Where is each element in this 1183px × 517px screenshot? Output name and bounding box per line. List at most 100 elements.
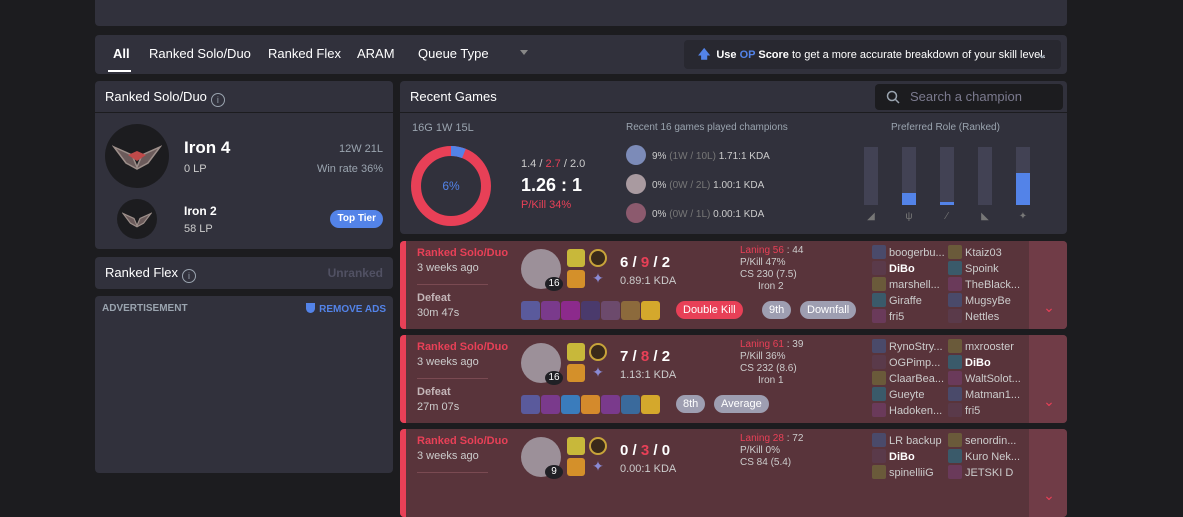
player-item[interactable]: LR backup [872,433,942,449]
player-item[interactable]: WaltSolot... [948,371,1021,387]
champion-icon [948,449,962,463]
player-item[interactable]: mxrooster [948,339,1021,355]
item-icon[interactable] [521,301,540,320]
player-item[interactable]: spinelliiG [872,465,942,481]
chevron-down-icon[interactable] [520,50,528,55]
player-item[interactable]: Kuro Nek... [948,449,1020,465]
item-icon[interactable] [561,301,580,320]
item-icon[interactable] [641,301,660,320]
kda-score: 6 / 9 / 2 [620,254,671,271]
role-bar [978,147,992,205]
item-icon[interactable] [521,395,540,414]
iron-emblem-icon [105,124,169,188]
item-icon[interactable] [581,395,600,414]
tab-ranked-solo[interactable]: Ranked Solo/Duo [149,46,251,61]
tab-ranked-flex[interactable]: Ranked Flex [268,46,341,61]
player-item[interactable]: fri5 [872,309,945,325]
expand-button[interactable]: ⌄ [1029,335,1067,423]
champion-icon [872,355,886,369]
role-bar-fill [1016,173,1030,205]
player-item[interactable]: Gueyte [872,387,944,403]
item-icon[interactable] [621,395,640,414]
item-icon[interactable] [581,301,600,320]
item-icon[interactable] [621,301,640,320]
unranked-label: Unranked [327,266,383,280]
champion-icon [948,309,962,323]
item-icon[interactable] [641,395,660,414]
champion-icon [626,203,646,223]
match-row[interactable]: Ranked Solo/Duo 3 weeks ago 9 ✦ 0 / 3 / … [400,429,1067,517]
team-red: Ktaiz03 Spoink TheBlack... MugsyBe Nettles [948,245,1020,325]
player-item[interactable]: Spoink [948,261,1020,277]
champion-icon [872,245,886,259]
champion-icon [948,339,962,353]
remove-ads-button[interactable]: REMOVE ADS [306,303,386,315]
info-icon[interactable]: i [181,269,196,283]
player-item[interactable]: Hadoken... [872,403,944,419]
player-item[interactable]: RynoStry... [872,339,944,355]
list-item[interactable]: 9% (1W / 10L) 1.71:1 KDA [626,145,770,174]
game-duration: 27m 07s [417,401,460,413]
player-item[interactable]: Giraffe [872,293,945,309]
item-icon[interactable] [601,395,620,414]
ignite-spell-icon [567,364,585,382]
item-icon[interactable] [541,301,560,320]
tab-all[interactable]: All [113,46,130,61]
player-item[interactable]: fri5 [948,403,1021,419]
champion-icon [872,261,886,275]
player-item[interactable]: TheBlack... [948,277,1020,293]
champion-icon [948,387,962,401]
ad-label: ADVERTISEMENT [102,303,188,314]
op-score-banner[interactable]: 🡅 Use OP Score to get a more accurate bre… [684,40,1061,69]
player-item[interactable]: Ktaiz03 [948,245,1020,261]
pkill-rate: P/Kill 34% [521,199,572,211]
ad-panel: ADVERTISEMENT REMOVE ADS [95,296,393,473]
chevron-down-icon: ⌄ [1043,487,1055,503]
player-item[interactable]: MugsyBe [948,293,1020,309]
champion-icon [948,355,962,369]
player-item[interactable]: DiBo [872,449,942,465]
player-item[interactable]: Nettles [948,309,1020,325]
player-item[interactable]: OGPimp... [872,355,944,371]
champion-icon [872,371,886,385]
player-item[interactable]: DiBo [948,355,1021,371]
match-row[interactable]: Ranked Solo/Duo 3 weeks ago Defeat 27m 0… [400,335,1067,423]
chevron-down-icon[interactable]: ⌄ [1031,40,1053,69]
champion-icon [872,403,886,417]
tab-aram[interactable]: ARAM [357,46,395,61]
list-item[interactable]: 0% (0W / 2L) 1.00:1 KDA [626,174,770,203]
player-item[interactable]: DiBo [872,261,945,277]
player-item[interactable]: marshell... [872,277,945,293]
item-icon[interactable] [601,301,620,320]
win-loss: 12W 21L [338,143,383,155]
shield-icon [306,303,316,313]
search-input[interactable]: Search a champion [875,84,1063,110]
player-item[interactable]: boogerbu... [872,245,945,261]
champion-icon [626,145,646,165]
game-time-ago: 3 weeks ago [417,356,479,368]
queue-type-select[interactable]: Queue Type [418,46,489,61]
player-item[interactable]: JETSKI D [948,465,1020,481]
champion-icon [948,403,962,417]
expand-button[interactable]: ⌄ [1029,241,1067,329]
list-item[interactable]: 0% (0W / 1L) 0.00:1 KDA [626,203,770,232]
match-stats: Laning 56 : 44 P/Kill 47% CS 230 (7.5) I… [740,245,804,292]
player-item[interactable]: senordin... [948,433,1020,449]
champion-icon [872,277,886,291]
card-title: Ranked Flex [105,265,178,280]
match-stats: Laning 61 : 39 P/Kill 36% CS 232 (8.6) I… [740,339,804,386]
match-row[interactable]: Ranked Solo/Duo 3 weeks ago Defeat 30m 4… [400,241,1067,329]
info-icon[interactable]: i [210,93,225,107]
expand-button[interactable]: ⌄ [1029,429,1067,517]
win-rate: Win rate 36% [316,163,383,175]
flash-spell-icon [567,343,585,361]
player-item[interactable]: Matman1... [948,387,1021,403]
loss-indicator [400,241,406,329]
kda-ratio: 1.26 : 1 [521,175,583,195]
player-item[interactable]: ClaarBea... [872,371,944,387]
item-icon[interactable] [541,395,560,414]
ranked-flex-card[interactable]: Ranked Flex i Unranked [95,257,393,289]
team-red: mxrooster DiBo WaltSolot... Matman1... fri5 [948,339,1021,419]
active-tab-indicator [108,70,131,72]
item-icon[interactable] [561,395,580,414]
